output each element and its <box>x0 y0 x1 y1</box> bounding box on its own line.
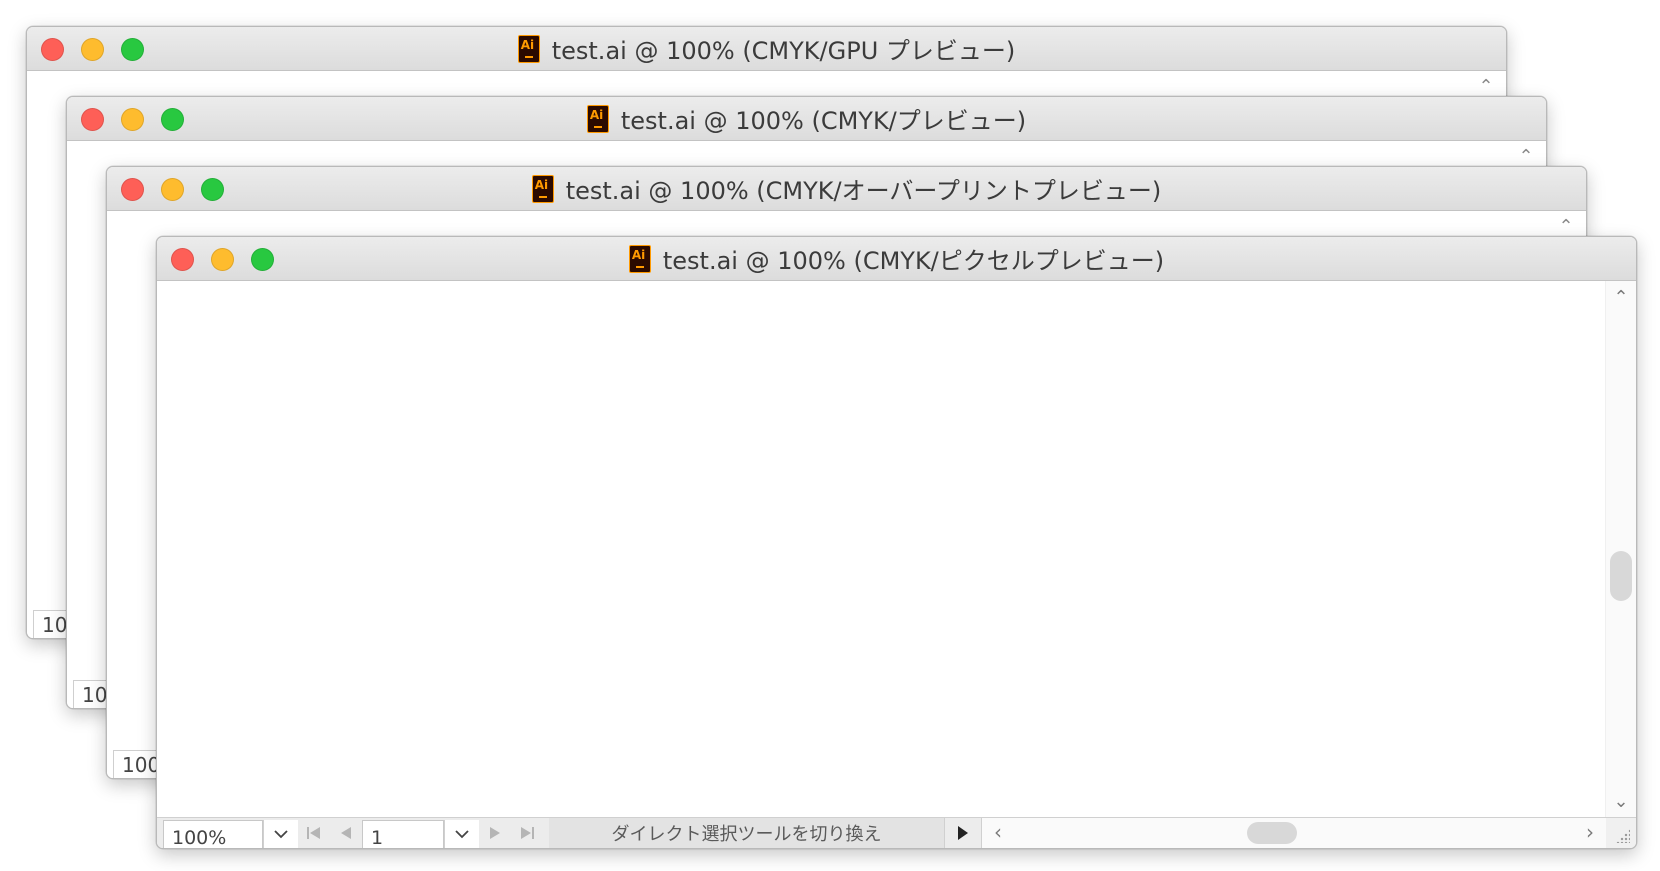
next-icon <box>490 827 500 839</box>
previous-artboard-button[interactable] <box>330 818 362 848</box>
scroll-down-icon[interactable]: ⌄ <box>1610 791 1632 812</box>
zoom-dropdown-button[interactable] <box>263 820 298 848</box>
document-window-pixel-preview: test.ai @ 100% (CMYK/ピクセルプレビュー) ⌃ ⌄ 100%… <box>156 236 1637 849</box>
window-title-text: test.ai @ 100% (CMYK/ピクセルプレビュー) <box>662 247 1165 275</box>
scroll-up-icon[interactable]: ⌃ <box>1610 287 1632 308</box>
resize-grip-icon[interactable] <box>1606 818 1636 848</box>
window-titlebar[interactable]: test.ai @ 100% (CMYK/プレビュー) <box>67 97 1546 141</box>
window-title: test.ai @ 100% (CMYK/プレビュー) <box>67 97 1546 140</box>
status-text[interactable]: ダイレクト選択ツールを切り換え <box>549 818 944 848</box>
last-artboard-button[interactable] <box>511 818 543 848</box>
window-title: test.ai @ 100% (CMYK/GPU プレビュー) <box>27 27 1506 70</box>
horizontal-scrollbar[interactable]: ‹ › <box>982 818 1606 848</box>
skip-first-icon <box>307 827 320 839</box>
status-bar: 100% 1 ダイレクト選択ツールを切り換え ‹ › <box>157 817 1636 848</box>
window-title-text: test.ai @ 100% (CMYK/GPU プレビュー) <box>551 37 1016 65</box>
illustrator-icon <box>531 174 554 203</box>
skip-last-icon <box>521 827 534 839</box>
window-title-text: test.ai @ 100% (CMYK/オーバープリントプレビュー) <box>565 177 1162 205</box>
vertical-scrollbar[interactable]: ⌃ ⌄ <box>1605 281 1636 818</box>
scroll-up-icon[interactable]: ⌃ <box>1476 77 1496 97</box>
window-titlebar[interactable]: test.ai @ 100% (CMYK/GPU プレビュー) <box>27 27 1506 71</box>
play-icon <box>958 826 968 840</box>
chevron-down-icon <box>455 830 469 839</box>
zoom-level-field[interactable]: 100% <box>163 820 263 848</box>
window-title-text: test.ai @ 100% (CMYK/プレビュー) <box>620 107 1027 135</box>
scroll-right-icon[interactable]: › <box>1586 820 1594 844</box>
artboard-number-field[interactable]: 1 <box>362 820 444 848</box>
scroll-up-icon[interactable]: ⌃ <box>1556 217 1576 237</box>
scroll-up-icon[interactable]: ⌃ <box>1516 147 1536 167</box>
window-title: test.ai @ 100% (CMYK/オーバープリントプレビュー) <box>107 167 1586 210</box>
window-title: test.ai @ 100% (CMYK/ピクセルプレビュー) <box>157 237 1636 280</box>
vertical-scroll-thumb[interactable] <box>1610 551 1632 601</box>
window-titlebar[interactable]: test.ai @ 100% (CMYK/オーバープリントプレビュー) <box>107 167 1586 211</box>
artboard-dropdown-button[interactable] <box>444 820 479 848</box>
status-menu-button[interactable] <box>944 818 982 848</box>
illustrator-icon <box>586 104 609 133</box>
horizontal-scroll-thumb[interactable] <box>1247 822 1297 844</box>
illustrator-icon <box>517 34 540 63</box>
previous-icon <box>341 827 351 839</box>
canvas-area[interactable] <box>157 281 1606 818</box>
chevron-down-icon <box>274 830 288 839</box>
scroll-left-icon[interactable]: ‹ <box>994 820 1002 844</box>
window-titlebar[interactable]: test.ai @ 100% (CMYK/ピクセルプレビュー) <box>157 237 1636 281</box>
illustrator-icon <box>628 244 651 273</box>
first-artboard-button[interactable] <box>298 818 330 848</box>
next-artboard-button[interactable] <box>479 818 511 848</box>
